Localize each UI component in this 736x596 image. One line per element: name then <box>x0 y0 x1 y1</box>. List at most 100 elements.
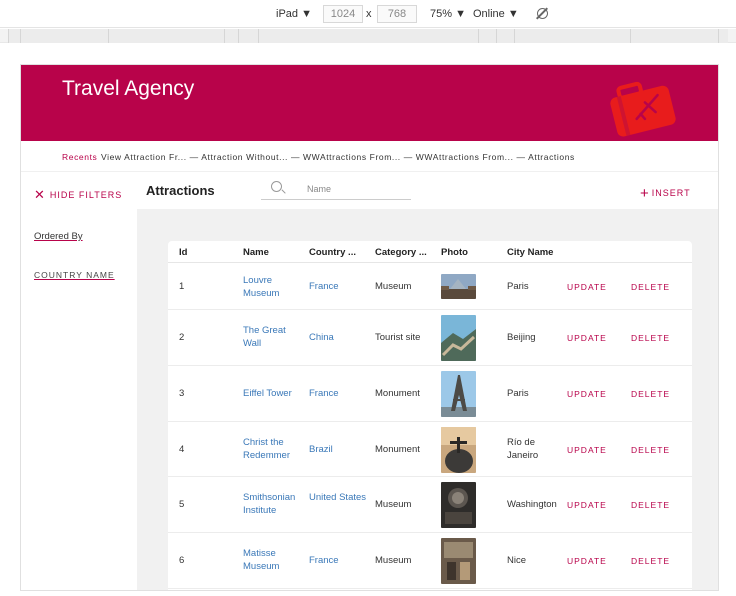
cell-category: Museum <box>375 281 412 292</box>
delete-button[interactable]: DELETE <box>631 332 670 345</box>
update-button[interactable]: UPDATE <box>567 281 607 294</box>
cell-country-link[interactable]: United States <box>309 491 369 504</box>
page-title: Attractions <box>146 183 215 198</box>
delete-button[interactable]: DELETE <box>631 555 670 568</box>
breadcrumb-recents[interactable]: Recents <box>62 152 97 162</box>
cell-city: Washington <box>507 499 557 510</box>
delete-button[interactable]: DELETE <box>631 281 670 294</box>
cell-category: Museum <box>375 499 412 510</box>
ruler-segment[interactable] <box>478 29 496 43</box>
ruler-segment[interactable] <box>258 29 478 43</box>
width-input[interactable]: 1024 <box>323 5 363 23</box>
cell-name-link[interactable]: Smithsonian Institute <box>243 491 303 517</box>
height-input[interactable]: 768 <box>377 5 417 23</box>
network-label: Online <box>473 8 505 20</box>
ruler-segment[interactable] <box>108 29 224 43</box>
matisse-photo-icon[interactable] <box>441 538 476 584</box>
eiffel-tower-photo-icon[interactable] <box>441 371 476 417</box>
search-input[interactable] <box>307 181 407 197</box>
cell-city: Río de Janeiro <box>507 437 539 461</box>
column-header-category[interactable]: Category ... <box>375 247 427 258</box>
table-row: 3 Eiffel Tower France Monument Paris UPD… <box>168 366 692 422</box>
cell-id: 1 <box>179 281 185 292</box>
cell-country-link[interactable]: Brazil <box>309 443 369 456</box>
breadcrumb-trail[interactable]: View Attraction Fr... — Attraction Witho… <box>101 152 575 162</box>
table-row: 5 Smithsonian Institute United States Mu… <box>168 477 692 533</box>
insert-label: INSERT <box>651 188 691 198</box>
christ-redeemer-photo-icon[interactable] <box>441 427 476 473</box>
ordered-by-select[interactable]: Ordered By <box>34 231 83 242</box>
device-label: iPad <box>276 8 299 20</box>
cell-category: Monument <box>375 444 420 455</box>
country-name-label: COUNTRY NAME <box>34 270 115 280</box>
update-button[interactable]: UPDATE <box>567 388 607 401</box>
cell-city: Beijing <box>507 332 536 343</box>
grid-toolbar: ✕HIDE FILTERS Attractions +INSERT <box>21 171 718 209</box>
dimension-separator: x <box>366 8 372 20</box>
column-header-photo[interactable]: Photo <box>441 247 468 258</box>
cell-country-link[interactable]: France <box>309 280 369 293</box>
cell-id: 2 <box>179 332 185 343</box>
ruler-segment[interactable] <box>496 29 514 43</box>
network-select[interactable]: Online ▼ <box>473 7 519 21</box>
cell-name-link[interactable]: Eiffel Tower <box>243 387 303 400</box>
device-viewport: Travel Agency Recents View Attraction Fr… <box>0 44 736 596</box>
app-frame: Travel Agency Recents View Attraction Fr… <box>20 64 719 591</box>
insert-button[interactable]: + INSERT <box>640 183 691 202</box>
cell-id: 5 <box>179 499 185 510</box>
update-button[interactable]: UPDATE <box>567 555 607 568</box>
update-button[interactable]: UPDATE <box>567 499 607 512</box>
hide-filters-button[interactable]: ✕ HIDE FILTERS <box>34 186 122 202</box>
smithsonian-photo-icon[interactable] <box>441 482 476 528</box>
cell-category: Museum <box>375 555 412 566</box>
great-wall-photo-icon[interactable] <box>441 315 476 361</box>
ruler-segment[interactable] <box>20 29 108 43</box>
cell-city: Paris <box>507 281 529 292</box>
column-header-id[interactable]: Id <box>179 247 187 258</box>
search-box <box>261 178 411 200</box>
cell-name-link[interactable]: Louvre Museum <box>243 274 303 300</box>
ruler-segment[interactable] <box>718 29 728 43</box>
filters-panel: Ordered By COUNTRY NAME <box>21 209 137 590</box>
hide-filters-label: HIDE FILTERS <box>49 190 123 200</box>
column-header-name[interactable]: Name <box>243 247 269 258</box>
ruler-segment[interactable] <box>514 29 630 43</box>
ruler-segment[interactable] <box>224 29 238 43</box>
cell-country-link[interactable]: France <box>309 554 369 567</box>
rotate-icon[interactable] <box>537 8 548 19</box>
delete-button[interactable]: DELETE <box>631 388 670 401</box>
ruler-segment[interactable] <box>238 29 258 43</box>
cell-id: 6 <box>179 555 185 566</box>
update-button[interactable]: UPDATE <box>567 444 607 457</box>
country-name-filter[interactable]: COUNTRY NAME <box>34 270 115 280</box>
cell-country-link[interactable]: France <box>309 387 369 400</box>
ruler-segment[interactable] <box>8 29 20 43</box>
ruler-segment[interactable] <box>630 29 718 43</box>
cell-name-link[interactable]: Christ the Redemmer <box>243 436 303 462</box>
table-row: 2 The Great Wall China Tourist site Beij… <box>168 310 692 366</box>
update-button[interactable]: UPDATE <box>567 332 607 345</box>
louvre-photo-icon[interactable] <box>441 274 476 299</box>
cell-name-link[interactable]: Matisse Museum <box>243 547 303 573</box>
ordered-by-label: Ordered By <box>34 231 83 242</box>
app-header: Travel Agency <box>21 65 718 141</box>
column-header-country[interactable]: Country ... <box>309 247 356 258</box>
zoom-label: 75% <box>430 8 453 20</box>
zoom-select[interactable]: 75% ▼ <box>430 7 466 21</box>
search-icon[interactable] <box>271 181 282 192</box>
column-header-city[interactable]: City Name <box>507 247 553 258</box>
cell-country-link[interactable]: China <box>309 331 369 344</box>
plus-icon: + <box>640 185 650 202</box>
cell-category: Tourist site <box>375 332 421 343</box>
attractions-grid: Id Name Country ... Category ... Photo C… <box>168 241 692 590</box>
delete-button[interactable]: DELETE <box>631 499 670 512</box>
media-query-ruler <box>0 29 736 43</box>
table-row: 6 Matisse Museum France Museum Nice UPDA… <box>168 533 692 589</box>
cell-name-link[interactable]: The Great Wall <box>243 324 303 350</box>
cell-city: Nice <box>507 555 527 566</box>
close-icon: ✕ <box>34 187 46 202</box>
delete-button[interactable]: DELETE <box>631 444 670 457</box>
app-title[interactable]: Travel Agency <box>62 77 194 101</box>
suitcase-plane-logo-icon <box>610 81 676 137</box>
device-select[interactable]: iPad ▼ <box>276 7 312 21</box>
